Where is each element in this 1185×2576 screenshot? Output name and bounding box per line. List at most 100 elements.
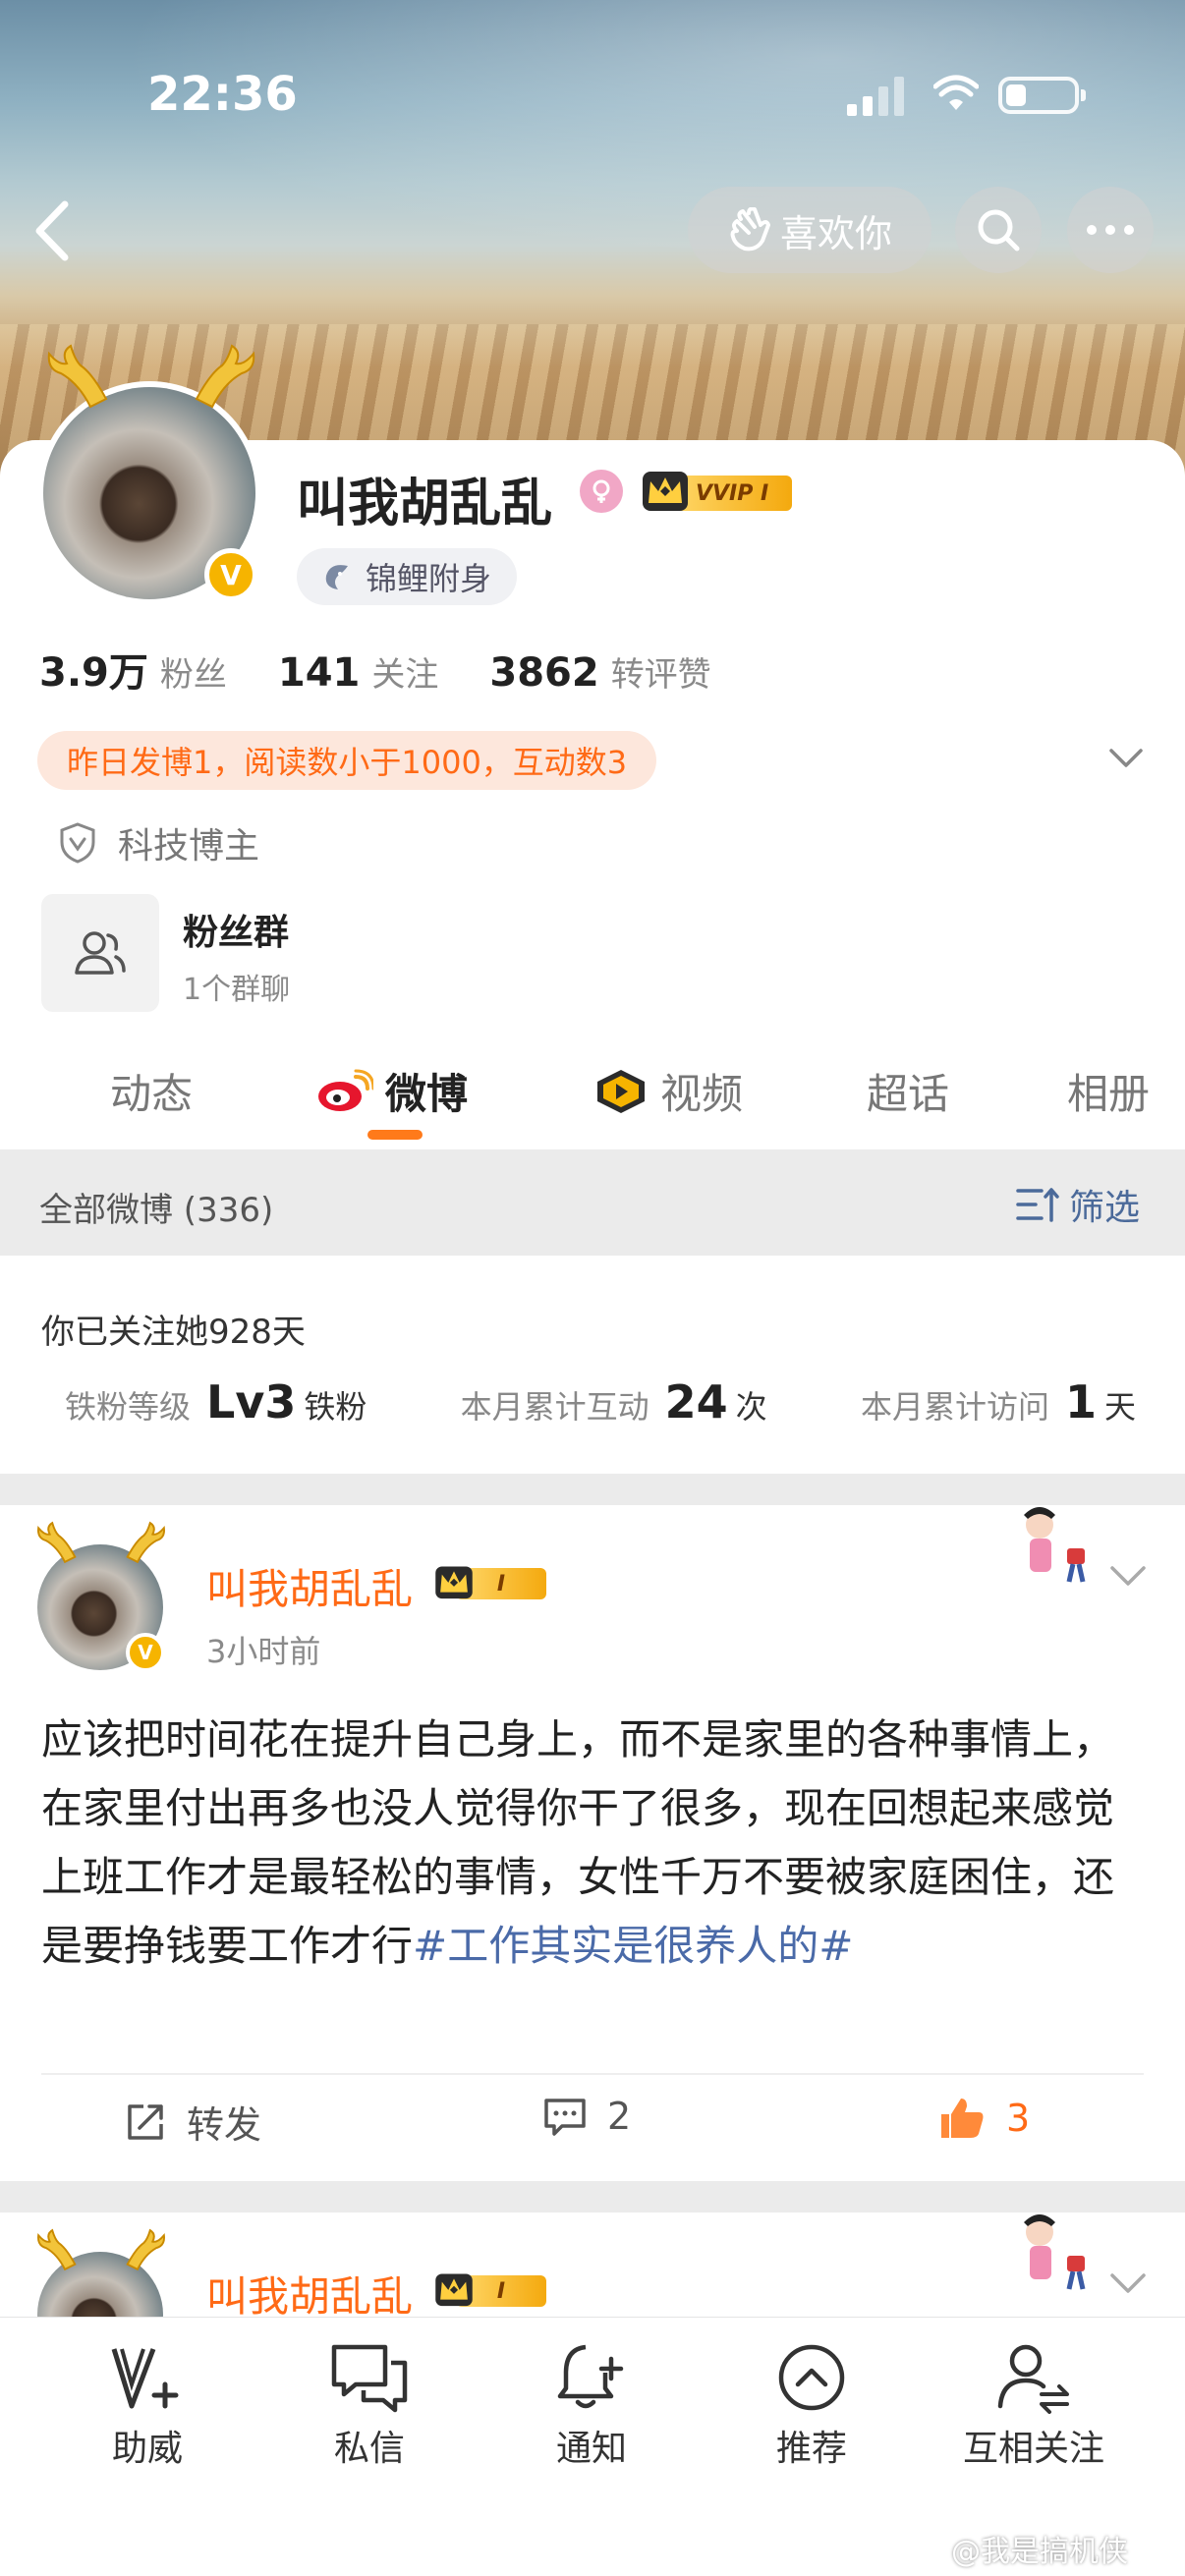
search-icon <box>978 209 1020 252</box>
mutual-follow-icon <box>997 2344 1069 2414</box>
tab-label: 视频 <box>660 1070 744 1118</box>
antler-decoration-icon <box>47 344 108 409</box>
fan-level[interactable]: 铁粉等级 Lv3 铁粉 <box>65 1375 367 1428</box>
like-you-button[interactable]: 喜欢你 <box>688 187 931 273</box>
antler-decoration-icon <box>37 2228 77 2271</box>
stat-number: 141 <box>277 650 361 696</box>
notify-button[interactable]: 通知 <box>503 2341 680 2471</box>
chevron-down-icon[interactable] <box>1108 1564 1148 1590</box>
message-icon <box>331 2344 408 2413</box>
nav-label: 私信 <box>333 2429 405 2469</box>
comment-button[interactable]: 2 <box>542 2095 631 2138</box>
crown-icon <box>435 2273 473 2307</box>
stat-engagement[interactable]: 3862 转评赞 <box>489 647 710 696</box>
category-tag-label: 科技博主 <box>118 826 260 867</box>
verified-badge-icon: V <box>204 548 257 601</box>
activity-notice[interactable]: 昨日发博1，阅读数小于1000，互动数3 <box>37 731 657 790</box>
tab-dynamic[interactable]: 动态 <box>110 1061 193 1121</box>
visits-value: 1 <box>1064 1375 1097 1428</box>
chevron-up-circle-icon <box>778 2344 845 2411</box>
like-count: 3 <box>1006 2097 1031 2140</box>
stats-row: 3.9万 粉丝 141 关注 3862 转评赞 <box>39 641 711 698</box>
filter-label: 筛选 <box>1069 1188 1141 1228</box>
fan-group-title[interactable]: 粉丝群 <box>183 904 289 955</box>
stat-following[interactable]: 141 关注 <box>278 647 439 696</box>
fan-level-unit: 铁粉 <box>304 1388 367 1426</box>
member-badge[interactable]: I <box>432 2268 548 2311</box>
active-tab-indicator <box>367 1130 423 1140</box>
visits-label: 本月累计访问 <box>860 1388 1049 1426</box>
message-button[interactable]: 私信 <box>281 2341 458 2471</box>
wifi-icon <box>933 75 979 110</box>
fan-level-label: 铁粉等级 <box>65 1388 192 1426</box>
search-button[interactable] <box>955 187 1042 273</box>
post-author[interactable]: 叫我胡乱乱 <box>206 1556 413 1616</box>
monthly-visits: 本月累计访问 1 天 <box>861 1375 1136 1428</box>
stat-label: 粉丝 <box>159 655 227 695</box>
comment-count: 2 <box>607 2095 632 2138</box>
post-divider <box>41 2073 1144 2075</box>
sticker-decoration-icon <box>1024 2214 1086 2290</box>
tab-weibo[interactable]: 微博 <box>316 1061 468 1121</box>
mutual-follow-button[interactable]: 互相关注 <box>945 2341 1122 2471</box>
post-hashtag[interactable]: #工作其实是很养人的# <box>413 1922 853 1970</box>
wave-hand-icon <box>730 207 770 252</box>
profile-name: 叫我胡乱乱 <box>297 475 553 533</box>
all-posts-count[interactable]: 全部微博 (336) <box>39 1183 273 1231</box>
tab-album[interactable]: 相册 <box>1067 1061 1150 1121</box>
like-you-label: 喜欢你 <box>779 211 892 255</box>
battery-icon <box>998 77 1086 114</box>
fan-group-subtitle: 1个群聊 <box>183 973 291 1007</box>
shield-icon <box>60 822 95 864</box>
repost-label: 转发 <box>187 2103 262 2147</box>
stat-fans[interactable]: 3.9万 粉丝 <box>39 641 227 698</box>
group-icon <box>75 931 126 975</box>
sticker-decoration-icon <box>1024 1507 1086 1583</box>
stat-number: 3862 <box>489 650 599 696</box>
koi-badge-label: 锦鲤附身 <box>366 560 492 597</box>
tab-label: 微博 <box>385 1070 469 1118</box>
female-icon <box>580 470 623 513</box>
cheer-button[interactable]: 助威 <box>59 2341 236 2471</box>
chevron-down-icon[interactable] <box>1108 2271 1148 2297</box>
interactions-unit: 次 <box>735 1388 767 1426</box>
chevron-down-icon[interactable] <box>1108 747 1144 770</box>
status-time: 22:36 <box>147 67 298 122</box>
tab-video[interactable]: 视频 <box>593 1061 743 1121</box>
repost-button[interactable]: 转发 <box>124 2095 261 2149</box>
nav-label: 助威 <box>111 2429 183 2469</box>
recommend-button[interactable]: 推荐 <box>723 2341 900 2471</box>
repost-icon <box>128 2103 163 2140</box>
antler-decoration-icon <box>126 2228 165 2271</box>
koi-badge[interactable]: 锦鲤附身 <box>297 548 518 605</box>
relation-stats: 铁粉等级 Lv3 铁粉 本月累计互动 24 次 本月累计访问 1 天 <box>65 1375 1136 1428</box>
relation-card <box>0 1256 1185 1474</box>
back-icon[interactable] <box>28 196 77 265</box>
member-badge[interactable]: I <box>432 1560 548 1603</box>
antler-decoration-icon <box>126 1521 165 1564</box>
comment-icon <box>544 2099 586 2136</box>
fan-level-value: Lv3 <box>206 1375 297 1428</box>
video-badge-icon <box>597 1069 645 1113</box>
visits-unit: 天 <box>1103 1388 1136 1426</box>
tab-label: 相册 <box>1067 1070 1151 1118</box>
post-time: 3小时前 <box>206 1633 321 1670</box>
post-author[interactable]: 叫我胡乱乱 <box>206 2264 413 2324</box>
more-button[interactable] <box>1067 187 1154 273</box>
verified-badge-icon: V <box>126 1633 165 1672</box>
filter-button[interactable]: 筛选 <box>1016 1179 1140 1230</box>
bell-plus-icon <box>557 2344 624 2409</box>
thumbs-up-icon <box>941 2099 984 2138</box>
interactions-value: 24 <box>664 1375 728 1428</box>
like-button[interactable]: 3 <box>937 2095 1030 2142</box>
stat-number: 3.9万 <box>39 650 148 696</box>
watermark: @我是搞机侠 <box>951 2535 1128 2569</box>
stat-label: 关注 <box>371 655 439 695</box>
tab-supertopic[interactable]: 超话 <box>867 1061 949 1121</box>
vvip-badge[interactable]: VVIP I <box>639 466 796 517</box>
post-text[interactable]: 应该把时间花在提升自己身上，而不是家里的各种事情上，在家里付出再多也没人觉得你干… <box>41 1706 1152 1981</box>
more-icon <box>1087 225 1134 235</box>
fan-group-tile[interactable] <box>41 894 159 1012</box>
crown-icon <box>435 1566 473 1599</box>
tab-label: 超话 <box>867 1070 950 1118</box>
